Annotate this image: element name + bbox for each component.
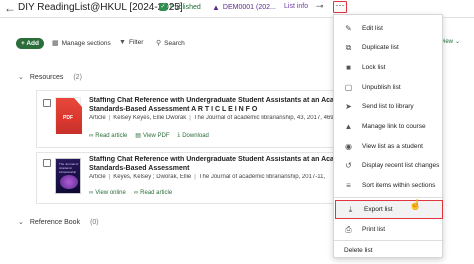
link-icon: ∞ xyxy=(89,132,94,139)
read-article-link[interactable]: ∞ Read article xyxy=(89,132,127,139)
sort-icon: ≡ xyxy=(346,181,351,190)
menu-item-send-list-to-library[interactable]: ➤ Send list to library xyxy=(334,97,444,116)
arrow-left-icon[interactable]: ← xyxy=(4,2,16,14)
lock-icon: ■ xyxy=(346,63,351,72)
pdf-thumbnail: PDF xyxy=(55,97,82,134)
link-icon: ∞ xyxy=(89,190,94,196)
menu-item-view-list-as-student[interactable]: ◉ View list as a student xyxy=(334,137,444,156)
mortarboard-icon: ▲ xyxy=(212,3,220,12)
manage-sections-label: Manage sections xyxy=(61,39,111,47)
menu-item-delete-list[interactable]: Delete list xyxy=(334,241,444,260)
download-link[interactable]: ⤓ Download xyxy=(178,132,209,139)
add-button[interactable]: + Add xyxy=(16,38,44,49)
course-link[interactable]: ▲ DEM0001 (202... xyxy=(212,3,276,12)
item-checkbox[interactable] xyxy=(43,99,51,107)
list-actions-menu: ✎ Edit list ⧉ Duplicate list ■ Lock list ▢ U… xyxy=(333,14,444,260)
printer-icon: ⎙ xyxy=(345,224,352,234)
list-item[interactable]: The Journal of Academic Librarianship St… xyxy=(36,152,346,204)
pencil-icon: ✎ xyxy=(345,24,352,33)
unpublish-icon: ▢ xyxy=(344,83,353,92)
share-icon[interactable]: ⊸ xyxy=(316,1,324,12)
chevron-down-icon: ⌄ xyxy=(18,219,24,226)
eye-icon: ◉ xyxy=(345,142,352,151)
section-name: Reference Book xyxy=(29,218,81,226)
item-meta: Article | Keyes, Kelsey ; Dworak, Ellie | Th… xyxy=(89,174,326,180)
section-header-reference-book[interactable]: ⌄ Reference Book (0) xyxy=(18,218,99,227)
published-status[interactable]: ✓ Published xyxy=(159,3,201,11)
sections-icon: ▦ xyxy=(52,40,59,47)
menu-item-duplicate-list[interactable]: ⧉ Duplicate list xyxy=(334,38,444,57)
history-icon: ↺ xyxy=(345,161,352,170)
section-name: Resources xyxy=(29,73,64,81)
copy-icon: ⧉ xyxy=(345,42,352,52)
search-label: Search xyxy=(164,39,185,47)
item-type: Article xyxy=(89,174,106,180)
item-source: The Journal of academic librarianship, 2… xyxy=(198,174,326,180)
item-authors: Keyes, Kelsey ; Dworak, Ellie xyxy=(113,174,192,180)
view-online-link[interactable]: ∞ View online xyxy=(89,190,126,196)
send-icon: ➤ xyxy=(345,102,352,111)
item-title[interactable]: Staffing Chat Reference with Undergradua… xyxy=(89,156,344,173)
hand-cursor-icon: ☝ xyxy=(409,200,422,211)
menu-item-export-list[interactable]: ⤓ Export list xyxy=(335,200,443,219)
download-icon: ⤓ xyxy=(348,204,353,214)
filter-icon: ▼ xyxy=(119,39,126,46)
published-label: Published xyxy=(170,3,201,11)
menu-item-manage-link-to-course[interactable]: ▲ Manage link to course xyxy=(334,117,444,136)
check-icon: ✓ xyxy=(159,3,167,11)
chevron-down-icon: ⌄ xyxy=(18,74,24,81)
section-header-resources[interactable]: ⌄ Resources (2) xyxy=(18,73,82,82)
menu-item-sort-items-within-sections[interactable]: ≡ Sort items within sections xyxy=(334,176,444,195)
document-icon: ▤ xyxy=(135,133,141,139)
search-icon: ⚲ xyxy=(156,40,162,47)
item-meta: Article | Kelsey Keyes, Ellie Dworak | The J… xyxy=(89,115,334,121)
item-authors: Kelsey Keyes, Ellie Dworak xyxy=(113,115,187,121)
download-icon: ⤓ xyxy=(177,132,181,138)
course-code: DEM0001 (202... xyxy=(222,4,276,11)
page-title: DIY ReadingList@HKUL [2024-2025] xyxy=(18,2,183,13)
section-count: (0) xyxy=(90,218,99,226)
view-pdf-link[interactable]: ▤ View PDF xyxy=(135,132,169,140)
read-article-link[interactable]: ∞ Read article xyxy=(134,190,172,196)
filter-label: Filter xyxy=(128,39,144,46)
section-count: (2) xyxy=(73,73,82,81)
cover-art xyxy=(60,175,78,189)
filter-button[interactable]: ▼ Filter xyxy=(119,39,143,46)
menu-item-edit-list[interactable]: ✎ Edit list xyxy=(334,19,444,38)
item-title[interactable]: Staffing Chat Reference with Undergradua… xyxy=(89,97,344,114)
item-source: The Journal of academic librarianship, 4… xyxy=(193,115,334,121)
item-checkbox[interactable] xyxy=(43,159,51,167)
book-cover-thumbnail: The Journal of Academic Librarianship xyxy=(55,158,81,194)
list-toolbar: + Add ▦ Manage sections ▼ Filter ⚲ Searc… xyxy=(16,38,316,50)
menu-item-unpublish-list[interactable]: ▢ Unpublish list xyxy=(334,78,444,97)
mortarboard-icon: ▲ xyxy=(344,122,353,131)
list-item[interactable]: PDF Staffing Chat Reference with Undergr… xyxy=(36,90,346,148)
list-info-link[interactable]: List info xyxy=(284,3,308,10)
item-actions: ∞ Read article ▤ View PDF ⤓ Download xyxy=(89,132,209,139)
item-type: Article xyxy=(89,115,106,121)
more-horizontal-icon[interactable]: ··· xyxy=(333,1,347,13)
menu-item-display-recent-list-changes[interactable]: ↺ Display recent list changes xyxy=(334,156,444,175)
menu-divider xyxy=(334,197,444,198)
cover-text: The Journal of Academic Librarianship xyxy=(59,162,79,174)
link-icon: ∞ xyxy=(133,190,139,196)
menu-item-lock-list[interactable]: ■ Lock list xyxy=(334,58,444,77)
chevron-down-icon: ⌄ xyxy=(455,39,461,45)
manage-sections-button[interactable]: ▦ Manage sections xyxy=(52,39,111,48)
pdf-badge: PDF xyxy=(59,115,77,122)
item-actions: ∞ View online ∞ Read article xyxy=(89,190,172,196)
search-button[interactable]: ⚲ Search xyxy=(156,39,185,48)
menu-item-print-list[interactable]: ⎙ Print list xyxy=(334,220,444,239)
